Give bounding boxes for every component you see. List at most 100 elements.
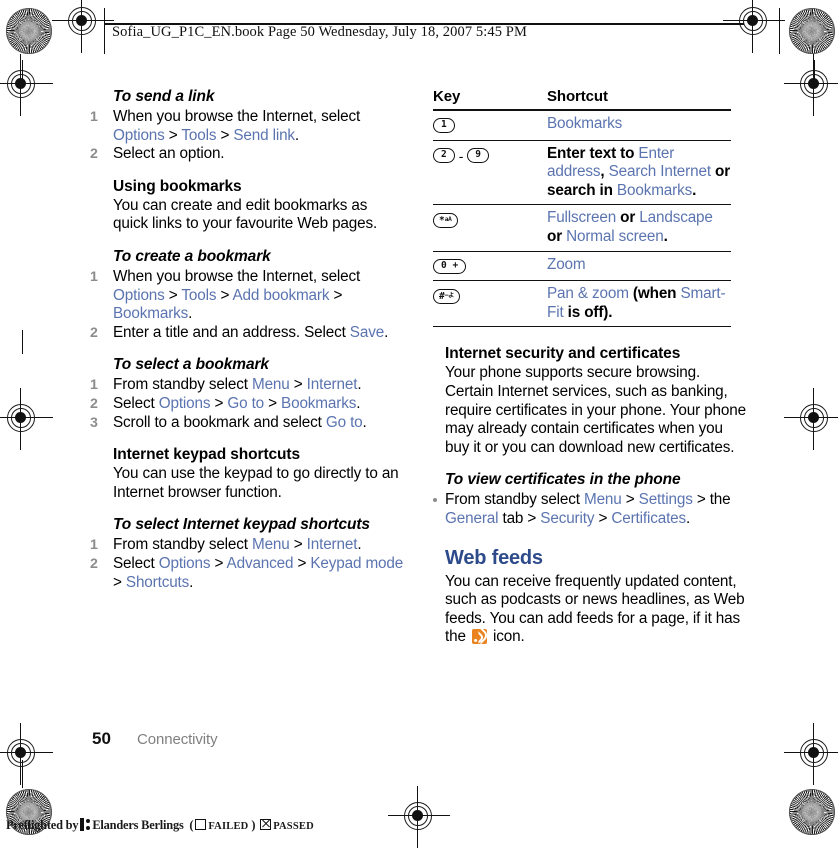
rss-feed-icon — [471, 626, 491, 645]
list-item: 1 When you browse the Internet, select Op… — [86, 268, 404, 324]
step-tail: . — [384, 323, 389, 341]
page-number: 50 — [92, 729, 111, 748]
failed-checkbox-icon — [195, 819, 207, 830]
step-number: 2 — [90, 395, 98, 412]
key-cell: 2-9 — [433, 140, 537, 206]
key-2-icon: 2 — [433, 148, 455, 164]
preflight-company: Elanders Berlings — [92, 818, 184, 832]
heading-web-feeds: Web feeds — [445, 546, 543, 569]
table-row: 2-9 Enter text to Enter address, Search … — [433, 140, 731, 206]
list-item: 2 Select Options > Go to > Bookmarks. — [86, 395, 404, 414]
step-text-a: Enter a title and an address. Select — [113, 323, 350, 341]
step-tail: . — [357, 376, 362, 394]
right-column: Key Shortcut 1 Bookmarks 2-9 Enter text … — [432, 88, 750, 647]
menu-path-go-to: Go to — [325, 413, 363, 431]
step-text-a: Select — [113, 394, 159, 412]
list-item: 2 Select Options > Advanced > Keypad mode… — [86, 555, 404, 592]
shortcut-cell: Pan & zoom (when Smart-Fit is off). — [537, 280, 731, 328]
shortcut-cell: Enter text to Enter address, Search Inte… — [537, 140, 731, 206]
shortcut-text: . — [663, 227, 668, 245]
menu-path-add-bookmark: Add bookmark — [232, 286, 330, 304]
shortcut-bookmarks: Bookmarks — [616, 181, 693, 199]
path-sep: > — [329, 286, 343, 304]
step-tail: . — [188, 305, 193, 323]
key-cell: 0 + — [433, 251, 537, 282]
menu-path-shortcuts: Shortcuts — [125, 573, 190, 591]
path-sep: > — [594, 509, 612, 527]
heading-internet-security-and-certificates: Internet security and certificates — [445, 345, 681, 363]
steps-to-select-a-bookmark: 1 From standby select Menu > Internet. 2S… — [86, 376, 404, 432]
step-number: 2 — [90, 324, 98, 341]
path-sep: > — [164, 126, 182, 144]
key-cell: #—よ — [433, 280, 537, 328]
key-9-icon: 9 — [467, 148, 489, 164]
step-text-a: Scroll to a bookmark and select — [113, 413, 326, 431]
path-sep: > — [264, 394, 282, 412]
step-text-a: From standby select — [445, 491, 584, 509]
step-number: 1 — [90, 377, 98, 394]
shortcut-fullscreen: Fullscreen — [547, 209, 617, 227]
page-content: To send a link 1 When you browse the Inte… — [0, 0, 838, 839]
menu-path-general: General — [445, 509, 499, 527]
path-sep: > — [210, 554, 227, 572]
paragraph-internet-security: Your phone supports secure browsing. Cer… — [445, 364, 746, 456]
menu-path-keypad-mode: Keypad mode — [310, 554, 404, 572]
path-sep: > — [113, 573, 126, 591]
menu-path-go-to: Go to — [227, 394, 265, 412]
shortcut-landscape: Landscape — [639, 209, 713, 227]
menu-path-options: Options — [158, 394, 211, 412]
list-item: 2 Select an option. — [86, 145, 404, 164]
heading-using-bookmarks: Using bookmarks — [113, 177, 242, 195]
menu-path-bookmarks: Bookmarks — [281, 394, 357, 412]
list-item: From standby select Menu > Settings > th… — [432, 491, 750, 528]
step-number: 1 — [90, 109, 98, 125]
shortcut-search-internet: Search Internet — [608, 163, 711, 181]
step-tail: . — [294, 126, 300, 144]
heading-to-send-a-link: To send a link — [113, 88, 215, 105]
table-row: 1 Bookmarks — [433, 110, 731, 141]
step-number: 1 — [90, 268, 98, 285]
preflight-close-paren: ) — [251, 818, 256, 832]
step-text-a: From standby select — [113, 376, 252, 394]
steps-to-view-certificates: From standby select Menu > Settings > th… — [432, 491, 750, 528]
step-tail: . — [362, 413, 367, 431]
path-sep: > — [289, 536, 307, 554]
menu-path-options: Options — [113, 126, 165, 144]
steps-to-select-internet-keypad-shortcuts: 1 From standby select Menu > Internet. 2S… — [86, 536, 404, 592]
path-sep: > — [216, 126, 234, 144]
web-feeds-text-after-icon: icon. — [488, 628, 525, 646]
paragraph-using-bookmarks: You can create and edit bookmarks as qui… — [113, 196, 378, 233]
preflight-failed-label: FAILED — [208, 821, 249, 832]
path-sep: > — [210, 394, 228, 412]
path-sep: > — [621, 491, 639, 509]
menu-path-bookmarks: Bookmarks — [113, 305, 189, 323]
heading-to-view-certificates: To view certificates in the phone — [445, 471, 681, 489]
menu-path-options: Options — [113, 286, 165, 304]
menu-path-internet: Internet — [306, 376, 358, 394]
shortcut-cell: Bookmarks — [537, 110, 731, 141]
paragraph-web-feeds: You can receive frequently updated conte… — [445, 573, 750, 647]
passed-checkbox-icon — [260, 819, 272, 830]
key-cell: 1 — [433, 110, 537, 141]
step-tail: . — [357, 536, 362, 554]
path-sep: > — [293, 554, 311, 572]
table-row: 0 + Zoom — [433, 251, 731, 282]
keypad-shortcut-table: Key Shortcut 1 Bookmarks 2-9 Enter text … — [433, 88, 731, 328]
preflight-open-paren: ( — [189, 818, 194, 832]
key-1-icon: 1 — [433, 118, 455, 134]
table-header-row: Key Shortcut — [433, 88, 731, 111]
step-text-a: When you browse the Internet, select — [113, 108, 361, 125]
step-text-a: Select an option. — [113, 145, 225, 163]
key-asterisk-sublabel: aA — [444, 215, 452, 223]
list-item: 1 From standby select Menu > Internet. — [86, 536, 404, 555]
step-tail: . — [189, 573, 194, 591]
step-number: 3 — [90, 414, 98, 431]
menu-path-settings: Settings — [638, 491, 693, 509]
steps-to-create-a-bookmark: 1 When you browse the Internet, select Op… — [86, 268, 404, 342]
heading-internet-keypad-shortcuts: Internet keypad shortcuts — [113, 446, 300, 464]
menu-path-internet: Internet — [306, 536, 358, 554]
shortcut-text: or — [616, 209, 640, 227]
preflight-prefix: Preflighted by — [6, 818, 79, 832]
menu-path-advanced: Advanced — [226, 554, 294, 572]
shortcut-text: . — [692, 181, 697, 199]
